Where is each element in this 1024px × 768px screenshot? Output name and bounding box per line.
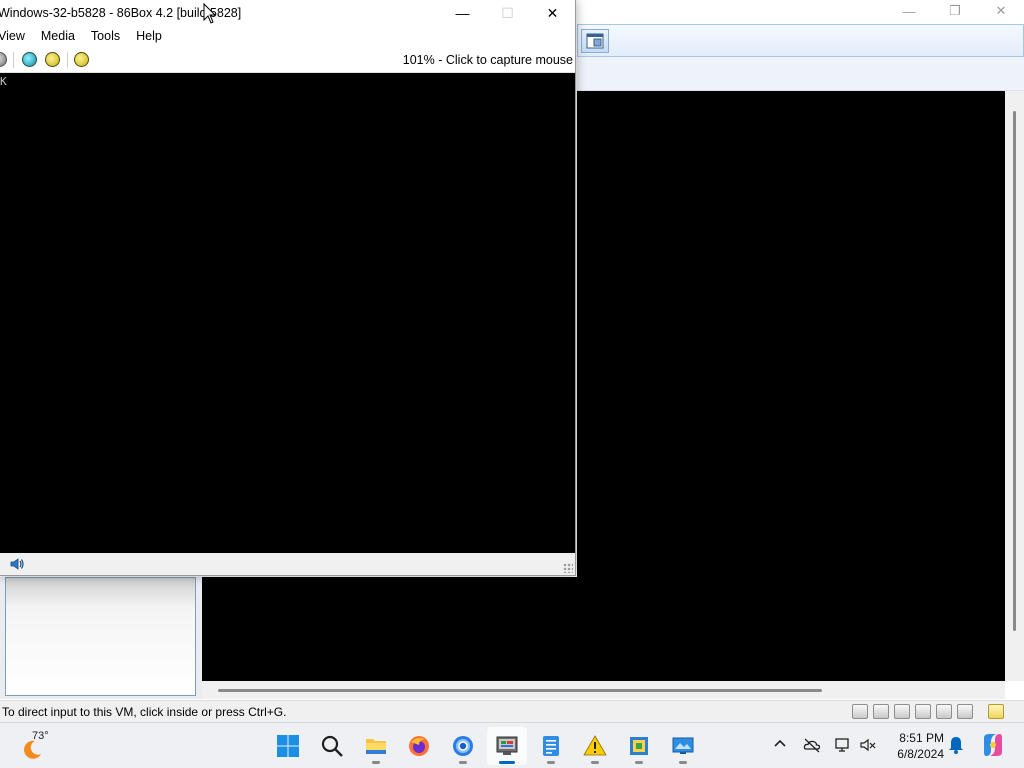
- taskbar-warning-app[interactable]: [575, 727, 615, 765]
- 86box-manager-icon: [496, 736, 518, 755]
- optical-drive-icon[interactable]: [873, 704, 889, 719]
- hard-disk-icon[interactable]: [852, 704, 868, 719]
- vm-manager-title-controls: — ❐ ✕: [886, 0, 1024, 24]
- network-icon[interactable]: [834, 736, 852, 754]
- taskbar-start-button[interactable]: [268, 727, 308, 765]
- warning-app-icon: [583, 735, 607, 756]
- taskbar-firefox[interactable]: [399, 727, 439, 765]
- menu-help[interactable]: Help: [128, 26, 170, 47]
- close-button[interactable]: ✕: [530, 0, 575, 26]
- search-icon: [321, 735, 343, 757]
- 86box-titlebar[interactable]: Windows-32-b5828 - 86Box 4.2 [build 5828…: [0, 0, 575, 26]
- vertical-scrollbar[interactable]: [1005, 91, 1024, 681]
- weather-temperature: 73°: [32, 730, 49, 742]
- screen-text-cursor: K: [0, 75, 7, 88]
- usb-icon[interactable]: [936, 704, 952, 719]
- taskbar-search-button[interactable]: [312, 727, 352, 765]
- running-indicator: [459, 761, 467, 764]
- taskbar-86box-manager[interactable]: [487, 727, 527, 765]
- active-indicator: [499, 761, 515, 764]
- status-hint-text: To direct input to this VM, click inside…: [2, 705, 287, 719]
- status-device-icons: [852, 704, 1004, 719]
- network-icon[interactable]: [894, 704, 910, 719]
- vm-display-area-lower[interactable]: [202, 577, 1005, 681]
- running-indicator: [547, 761, 555, 764]
- horizontal-scrollbar-thumb[interactable]: [218, 689, 822, 692]
- taskbar-display-app[interactable]: [663, 727, 703, 765]
- notes-icon[interactable]: [988, 704, 1004, 719]
- file-explorer-icon: [366, 739, 386, 754]
- vm-app-icon: [630, 737, 648, 755]
- taskbar-chrome[interactable]: [443, 727, 483, 765]
- notepad-icon: [543, 736, 559, 756]
- taskbar-file-explorer[interactable]: [356, 727, 396, 765]
- toolbar-separator: [67, 52, 68, 68]
- menu-tools[interactable]: Tools: [83, 26, 128, 47]
- display-app-icon: [672, 737, 694, 754]
- running-indicator: [635, 761, 643, 764]
- sound-icon[interactable]: [9, 556, 25, 572]
- toolbar-separator: [13, 52, 14, 68]
- running-indicator: [679, 761, 687, 764]
- minimize-button[interactable]: —: [440, 0, 485, 26]
- running-indicator: [591, 761, 599, 764]
- onedrive-offline-icon[interactable]: [803, 736, 821, 754]
- window-controls: — ☐ ✕: [440, 0, 575, 26]
- 86box-statusbar: [0, 553, 575, 575]
- running-indicator: [372, 761, 380, 764]
- taskbar-clock[interactable]: 8:51 PM 6/8/2024: [884, 730, 944, 762]
- close-button[interactable]: ✕: [978, 0, 1024, 22]
- firefox-icon: [409, 736, 429, 756]
- mouse-pointer-icon: [203, 3, 217, 24]
- restore-button[interactable]: ❐: [932, 0, 978, 22]
- start-icon: [277, 735, 299, 757]
- clock-date: 6/8/2024: [897, 747, 944, 761]
- chevron-up-icon[interactable]: [771, 735, 789, 753]
- weather-widget[interactable]: 73°: [18, 726, 62, 766]
- emulated-screen[interactable]: K: [0, 73, 575, 553]
- ctrl-alt-del-icon[interactable]: [45, 52, 60, 67]
- taskbar-vm-app[interactable]: [619, 727, 659, 765]
- taskbar-notepad[interactable]: [531, 727, 571, 765]
- maximize-button[interactable]: ☐: [485, 0, 530, 26]
- window-layout-icon: [586, 33, 604, 49]
- taskbar: 73° 8:51 PM 6/8/2024: [0, 722, 1024, 768]
- menu-media[interactable]: Media: [33, 26, 83, 47]
- vm-display-area[interactable]: [577, 91, 1005, 577]
- 86box-toolbar: 101% - Click to capture mouse: [0, 47, 575, 73]
- vm-preview-thumbnail[interactable]: [5, 577, 196, 696]
- vertical-scrollbar-thumb[interactable]: [1013, 111, 1016, 631]
- vm-manager-toolbar: [577, 24, 1024, 57]
- volume-muted-icon[interactable]: [859, 736, 877, 754]
- 86box-window: Windows-32-b5828 - 86Box 4.2 [build 5828…: [0, 0, 576, 576]
- window-mode-button[interactable]: [581, 29, 609, 53]
- menu-view[interactable]: View: [0, 26, 33, 47]
- copilot-icon[interactable]: [980, 732, 1006, 758]
- ctrl-alt-esc-icon[interactable]: [74, 52, 89, 67]
- notification-bell-icon[interactable]: [947, 735, 965, 755]
- vm-manager-statusbar: To direct input to this VM, click inside…: [0, 700, 1024, 722]
- hard-reset-icon[interactable]: [22, 52, 37, 67]
- horizontal-scrollbar[interactable]: [202, 681, 1005, 699]
- capture-mouse-hint: 101% - Click to capture mouse: [402, 53, 573, 67]
- printer-icon[interactable]: [915, 704, 931, 719]
- shared-folder-icon[interactable]: [957, 704, 973, 719]
- resize-grip[interactable]: [563, 563, 573, 573]
- clock-time: 8:51 PM: [899, 731, 944, 745]
- pause-icon[interactable]: [0, 52, 7, 67]
- vm-manager-tabstrip: [577, 57, 1024, 91]
- chrome-icon: [453, 736, 473, 756]
- minimize-button[interactable]: —: [886, 0, 932, 22]
- menu-bar: View Media Tools Help: [0, 26, 575, 47]
